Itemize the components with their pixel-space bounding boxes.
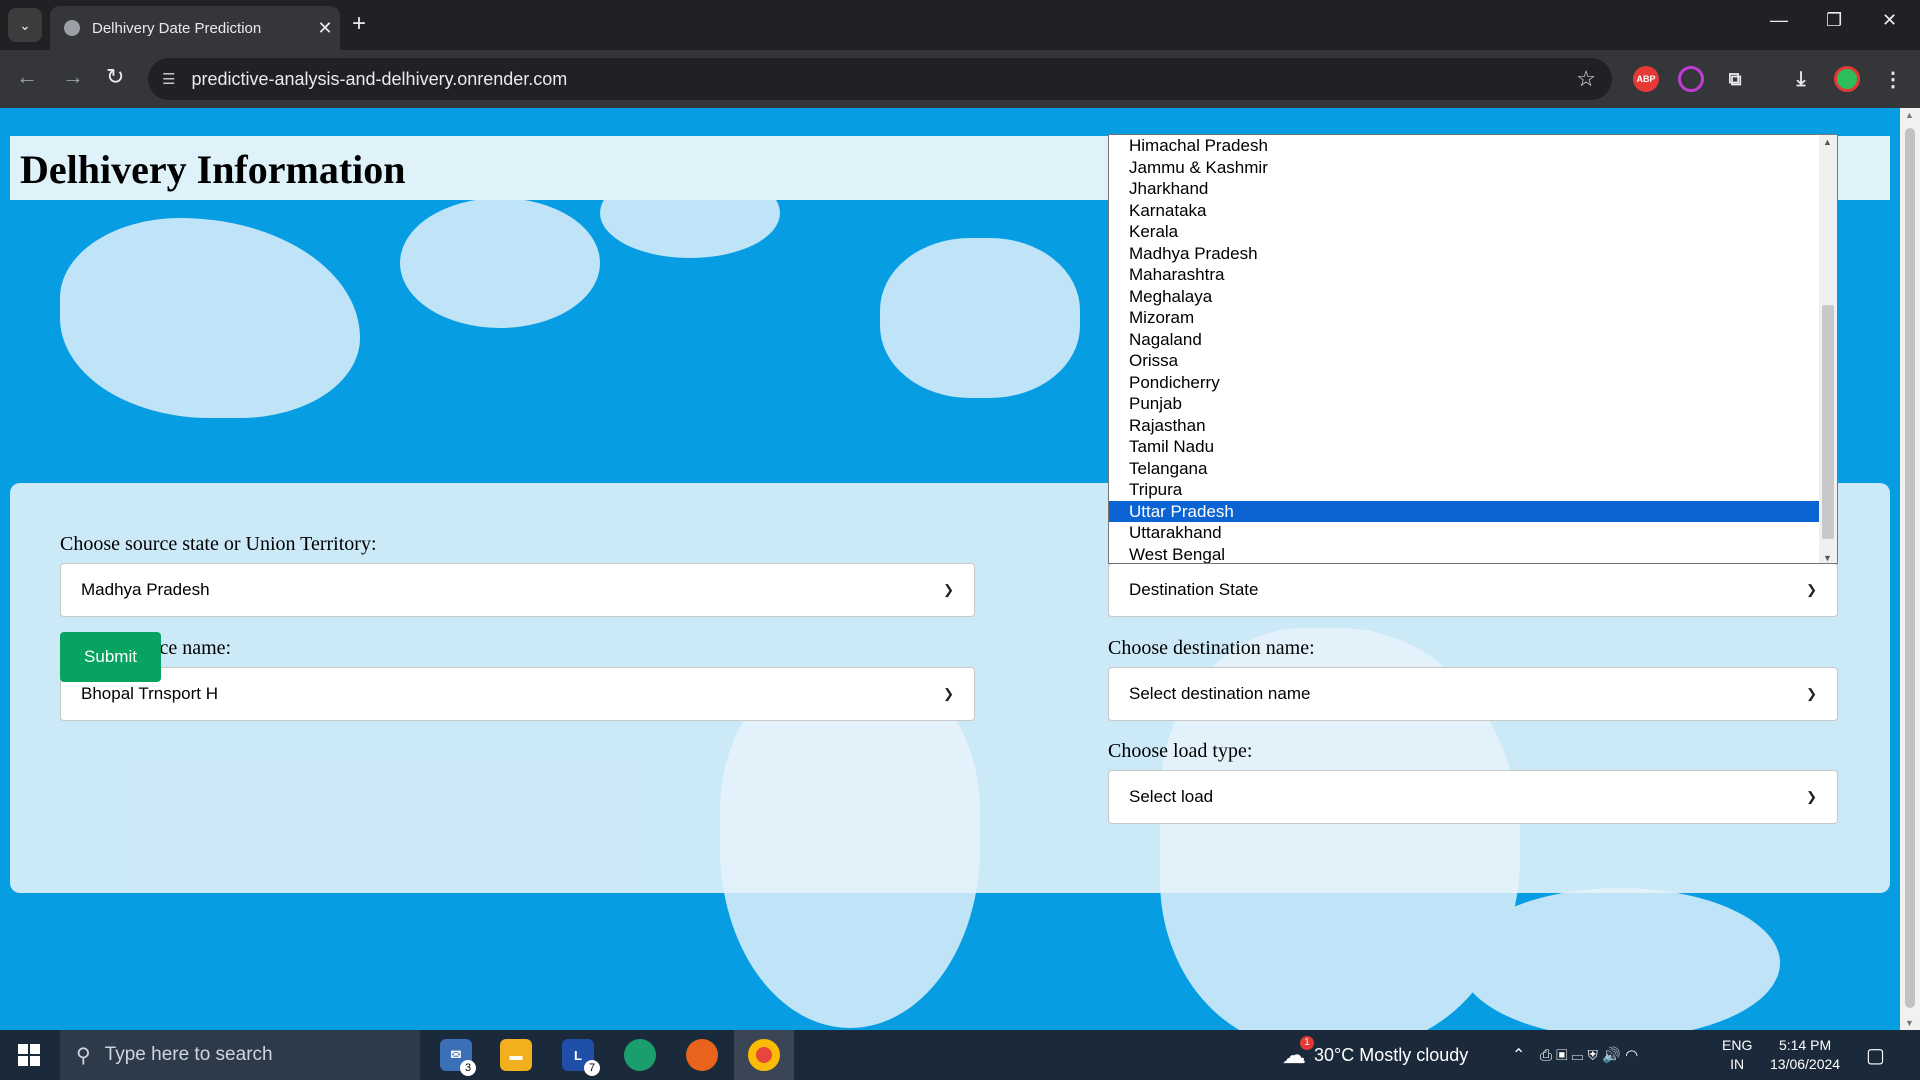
dropdown-option[interactable]: Maharashtra (1109, 264, 1819, 286)
dropdown-option[interactable]: Tripura (1109, 479, 1819, 501)
close-window-icon[interactable]: ✕ (1882, 10, 1897, 31)
source-name-select[interactable]: Bhopal Trnsport H ❯ (60, 667, 975, 721)
dropdown-option[interactable]: Orissa (1109, 350, 1819, 372)
search-icon: ⚲ (76, 1044, 91, 1067)
minimize-icon[interactable]: — (1770, 10, 1788, 31)
dropdown-option[interactable]: Rajasthan (1109, 415, 1819, 437)
dropdown-options: Himachal Pradesh Jammu & Kashmir Jharkhand… (1109, 135, 1837, 564)
page-title: Delhivery Information (20, 147, 406, 192)
chevron-down-icon: ❯ (1806, 789, 1817, 804)
load-type-label: Choose load type: (1108, 740, 1253, 762)
bookmark-star-icon[interactable]: ☆ (1576, 66, 1596, 92)
browser-toolbar: ← → ↻ ☰ predictive-analysis-and-delhiver… (0, 50, 1920, 108)
map-land-europe (880, 238, 1080, 398)
scroll-up-icon[interactable]: ▲ (1823, 137, 1832, 147)
tab-search-chevron-icon[interactable]: ⌄ (8, 8, 42, 42)
dropdown-option[interactable]: Meghalaya (1109, 286, 1819, 308)
source-state-label: Choose source state or Union Territory: (60, 533, 377, 555)
chevron-down-icon: ❯ (943, 582, 954, 597)
browser-tab-bar: ⌄ Delhivery Date Prediction ✕ + — ❐ ✕ (0, 0, 1920, 50)
destination-state-select[interactable]: Destination State ❯ (1108, 563, 1838, 617)
dropdown-option[interactable]: Karnataka (1109, 200, 1819, 222)
dropdown-option[interactable]: Mizoram (1109, 307, 1819, 329)
chrome-icon (748, 1039, 780, 1071)
l-app-badge: 7 (584, 1060, 600, 1076)
windows-start-icon[interactable] (18, 1044, 40, 1066)
page-scroll-thumb[interactable] (1905, 128, 1915, 1008)
scroll-down-icon[interactable]: ▼ (1823, 553, 1832, 563)
dropdown-option[interactable]: Jharkhand (1109, 178, 1819, 200)
browser-tab[interactable]: Delhivery Date Prediction ✕ (50, 6, 340, 50)
chevron-down-icon: ❯ (1806, 582, 1817, 597)
map-land-australia (1460, 888, 1780, 1030)
download-icon[interactable]: ⤓ (1788, 66, 1814, 92)
destination-name-select[interactable]: Select destination name ❯ (1108, 667, 1838, 721)
address-bar[interactable]: ☰ predictive-analysis-and-delhivery.onre… (148, 58, 1612, 100)
restore-icon[interactable]: ❐ (1826, 10, 1842, 31)
dropdown-option[interactable]: Kerala (1109, 221, 1819, 243)
scroll-down-icon[interactable]: ▼ (1905, 1018, 1914, 1028)
map-land-america (60, 218, 360, 418)
globe-icon (64, 20, 80, 36)
profile-avatar[interactable] (1834, 66, 1860, 92)
dropdown-option[interactable]: Nagaland (1109, 329, 1819, 351)
dropdown-option[interactable]: Madhya Pradesh (1109, 243, 1819, 265)
back-icon[interactable]: ← (16, 64, 38, 90)
map-land-canada (400, 198, 600, 328)
mail-badge: 3 (460, 1060, 476, 1076)
chrome-taskbar-active[interactable] (734, 1030, 794, 1080)
dropdown-option[interactable]: Himachal Pradesh (1109, 135, 1819, 157)
submit-button[interactable]: Submit (60, 632, 161, 682)
destination-state-dropdown-list[interactable]: Himachal Pradesh Jammu & Kashmir Jharkhand… (1108, 134, 1838, 564)
dropdown-option[interactable]: Uttar Pradesh (1109, 500, 1819, 522)
adblock-extension-icon[interactable]: ABP (1633, 66, 1659, 92)
browser-menu-icon[interactable]: ⋮ (1880, 66, 1906, 92)
chevron-down-icon: ❯ (943, 686, 954, 701)
dropdown-option[interactable]: Tamil Nadu (1109, 436, 1819, 458)
destination-name-label: Choose destination name: (1108, 637, 1315, 659)
dropdown-option[interactable]: Pondicherry (1109, 372, 1819, 394)
load-type-select[interactable]: Select load ❯ (1108, 770, 1838, 824)
extension-swirl-icon[interactable] (1678, 66, 1704, 92)
reload-icon[interactable]: ↻ (106, 64, 124, 90)
close-tab-icon[interactable]: ✕ (310, 18, 340, 39)
chevron-down-icon: ❯ (1806, 686, 1817, 701)
new-tab-icon[interactable]: + (352, 10, 366, 38)
firefox-icon[interactable] (686, 1039, 718, 1071)
dropdown-option[interactable]: Jammu & Kashmir (1109, 157, 1819, 179)
notification-icon[interactable]: ▢ (1866, 1030, 1885, 1080)
tab-title: Delhivery Date Prediction (92, 19, 262, 37)
language-indicator[interactable]: ENG IN (1722, 1036, 1752, 1074)
windows-taskbar: ⚲ Type here to search ✉ 3 ▬ L 7 ☁ 30°C M… (0, 1030, 1920, 1080)
weather-badge: 1 (1300, 1036, 1314, 1050)
dropdown-option[interactable]: Uttarakhand (1109, 522, 1819, 544)
tray-icons[interactable]: ⎙ ▣ ▭ ⛨ 🔊 ◠ (1540, 1030, 1638, 1080)
page-scrollbar[interactable]: ▲ ▼ (1900, 108, 1920, 1030)
dropdown-scrollbar[interactable]: ▲ ▼ (1819, 135, 1837, 563)
scroll-up-icon[interactable]: ▲ (1905, 110, 1914, 120)
extensions-puzzle-icon[interactable]: ⧉ (1722, 66, 1748, 92)
forward-icon[interactable]: → (62, 64, 84, 90)
edge-icon[interactable] (624, 1039, 656, 1071)
taskbar-search-box[interactable]: ⚲ Type here to search (60, 1030, 420, 1080)
taskbar-clock[interactable]: 5:14 PM 13/06/2024 (1770, 1036, 1840, 1074)
tray-chevron-up-icon[interactable]: ⌃ (1512, 1030, 1525, 1080)
dropdown-option[interactable]: Telangana (1109, 458, 1819, 480)
dropdown-scroll-thumb[interactable] (1822, 305, 1834, 539)
source-state-select[interactable]: Madhya Pradesh ❯ (60, 563, 975, 617)
file-explorer-icon[interactable]: ▬ (500, 1039, 532, 1071)
url-text: predictive-analysis-and-delhivery.onrend… (191, 68, 568, 89)
dropdown-option[interactable]: West Bengal (1109, 544, 1819, 564)
site-info-icon[interactable]: ☰ (162, 70, 175, 88)
dropdown-option[interactable]: Punjab (1109, 393, 1819, 415)
